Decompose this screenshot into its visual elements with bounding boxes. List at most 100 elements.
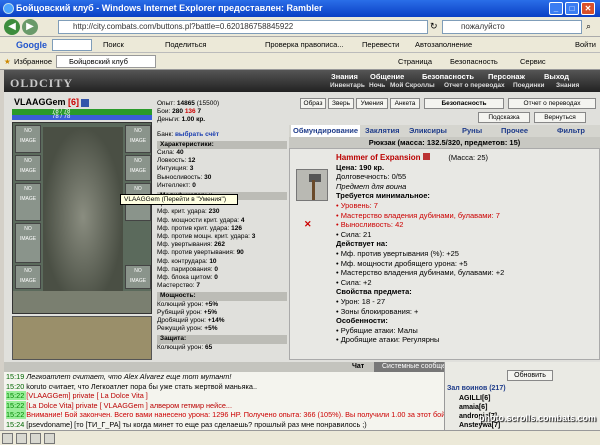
- slot-armor[interactable]: NO IMAGE: [15, 223, 41, 263]
- stat-row: Мф. увертывания: 262: [157, 241, 225, 249]
- hint-button[interactable]: Подсказка: [478, 112, 530, 123]
- slot-belt[interactable]: NO IMAGE: [15, 265, 41, 289]
- tab-other[interactable]: Прочее: [501, 125, 528, 137]
- transfers-button[interactable]: Отчет о переводах: [508, 98, 596, 109]
- pet-button[interactable]: Зверь: [328, 98, 354, 109]
- online-user[interactable]: AGILLI[6]: [459, 394, 500, 403]
- nav-character[interactable]: Персонаж: [488, 72, 525, 81]
- favorites-button[interactable]: Избранное: [14, 53, 52, 70]
- nav-chat[interactable]: Общение: [370, 72, 404, 81]
- favorites-bar: ★ Избранное Бойцовский клуб Страница Без…: [0, 53, 600, 70]
- sub-fights[interactable]: Поединки: [513, 82, 545, 89]
- character-avatar[interactable]: [43, 127, 123, 307]
- profile-button[interactable]: Анкета: [390, 98, 420, 109]
- tab-filter[interactable]: Фильтр: [557, 125, 585, 137]
- online-user[interactable]: amaia[6]: [459, 403, 500, 412]
- item-durability: Долговечность: 0/55: [336, 172, 407, 182]
- minimize-button[interactable]: _: [549, 2, 563, 15]
- mp-bar: [12, 115, 152, 120]
- page-menu[interactable]: Страница: [398, 53, 432, 70]
- service-menu[interactable]: Сервис: [520, 53, 546, 70]
- sub-inventory[interactable]: Инвентарь: [330, 82, 365, 89]
- chars-header: Характеристики:: [157, 140, 287, 150]
- appearance-button[interactable]: Образ: [300, 98, 326, 109]
- nav-security[interactable]: Безопасность: [422, 72, 474, 81]
- status-button[interactable]: [30, 433, 41, 444]
- game-top-nav: OLDCITY Знания Общение Безопасность Перс…: [4, 70, 600, 92]
- nav-exit[interactable]: Выход: [544, 72, 569, 81]
- oldcity-logo: OLDCITY: [10, 76, 74, 90]
- maximize-button[interactable]: □: [565, 2, 579, 15]
- status-button[interactable]: [2, 433, 13, 444]
- remove-icon[interactable]: ✕: [304, 219, 312, 230]
- chat-message[interactable]: 15:22 Внимание! Бой закончен. Всего вами…: [6, 410, 444, 420]
- clan-icon: [81, 98, 90, 107]
- chat-message[interactable]: 15:22 [VLAAGGem] private [ La Dolce Vita…: [6, 391, 444, 401]
- sub-night[interactable]: Ночь: [369, 82, 385, 89]
- character-doll: NO IMAGE NO IMAGE NO IMAGE NO IMAGE NO I…: [12, 122, 152, 314]
- tab-spells[interactable]: Заклятия: [365, 125, 400, 137]
- slot-gloves[interactable]: NO IMAGE: [125, 155, 151, 181]
- slot-amulet[interactable]: NO IMAGE: [15, 155, 41, 181]
- backpack-header: Рюкзак (масса: 132.5/320, предметов: 15): [289, 137, 600, 148]
- signin-button[interactable]: Войти: [575, 37, 596, 53]
- slot-helmet[interactable]: NO IMAGE: [15, 125, 41, 153]
- stat-row: Мф. мощности крит. удара: 4: [157, 216, 245, 224]
- search-input[interactable]: пожалуйсто: [442, 20, 582, 34]
- safety-menu[interactable]: Безопасность: [450, 53, 498, 70]
- nav-knowledge[interactable]: Знания: [331, 72, 358, 81]
- refresh-button[interactable]: Обновить: [507, 370, 553, 381]
- slot-weapon[interactable]: NO IMAGE: [15, 183, 41, 221]
- hotbar[interactable]: [12, 316, 152, 360]
- close-button[interactable]: ✕: [581, 2, 595, 15]
- google-search-input[interactable]: [52, 39, 92, 51]
- quick-slots[interactable]: [13, 291, 151, 313]
- security-button[interactable]: Безопасность: [424, 98, 504, 109]
- return-button[interactable]: Вернуться: [534, 112, 586, 123]
- skills-button[interactable]: Умения: [356, 98, 388, 109]
- browser-tab[interactable]: Бойцовский клуб: [56, 55, 156, 68]
- item-details: Hammer of Expansion (Масса: 25) Цена: 19…: [336, 153, 596, 345]
- url-input[interactable]: http://city.combats.com/buttons.pl?battl…: [58, 20, 428, 34]
- window-title: Бойцовский клуб - Windows Internet Explo…: [16, 3, 323, 13]
- tab-elixirs[interactable]: Эликсиры: [409, 125, 447, 137]
- forward-icon[interactable]: ▶: [22, 19, 38, 35]
- feat-header: Особенности:: [336, 316, 388, 326]
- search-icon[interactable]: ⌕: [586, 21, 591, 32]
- stat-row: Мф. парирования: 0: [157, 265, 218, 273]
- power-list: Колющий урон: +5% Рубящий урон: +5% Дробящ…: [157, 301, 287, 334]
- character-tooltip: VLAAGGem (Перейти в "Умения"): [120, 194, 238, 205]
- bank-link[interactable]: выбрать счёт: [175, 131, 219, 138]
- tab-chat[interactable]: Чат: [352, 362, 364, 372]
- sub-transfers[interactable]: Отчет о переводах: [444, 82, 505, 89]
- status-button[interactable]: [16, 433, 27, 444]
- item-name[interactable]: Hammer of Expansion: [336, 153, 420, 162]
- slot-earrings[interactable]: NO IMAGE: [125, 125, 151, 153]
- sub-scrolls[interactable]: Мой Скроллы: [390, 82, 435, 89]
- chat-message[interactable]: 15:24 [psevdoname] [то [ТИ_Г_РА] ты когд…: [6, 420, 444, 430]
- share-button[interactable]: Поделиться: [165, 37, 206, 53]
- item-property: • Зоны блокирования: +: [336, 306, 419, 316]
- chat-message[interactable]: 15:22 [La Dolce Vita] private [ VLAAGGem…: [6, 400, 444, 411]
- chat-message[interactable]: 15:20 koruto считает, что Легкоатлет пор…: [6, 382, 444, 392]
- tab-equipment[interactable]: Обмундирование: [291, 125, 361, 137]
- hammer-icon[interactable]: [296, 169, 328, 201]
- req-header: Требуется минимальное:: [336, 191, 430, 201]
- chars-list: Сила: 40 Ловкость: 12 Интуиция: 3 Выносливо…: [157, 149, 287, 190]
- spellcheck-button[interactable]: Проверка правописа...: [265, 37, 344, 53]
- translate-button[interactable]: Перевести: [362, 37, 399, 53]
- status-button[interactable]: [44, 433, 55, 444]
- sub-knowledge[interactable]: Знания: [556, 82, 579, 89]
- refresh-icon[interactable]: ↻: [430, 21, 438, 32]
- item-price: Цена: 190 кр.: [336, 162, 385, 172]
- google-search-button[interactable]: Поиск: [103, 37, 124, 53]
- tab-runes[interactable]: Руны: [462, 125, 482, 137]
- autofill-button[interactable]: Автозаполнение: [415, 37, 472, 53]
- character-name[interactable]: VLAAGGem [6]: [14, 97, 90, 107]
- slot-boots[interactable]: NO IMAGE: [125, 265, 151, 289]
- back-icon[interactable]: ◀: [4, 19, 20, 35]
- user-list: AGILLI[6] amaia[6] andropic[7] Ansteywa[7]: [459, 394, 500, 430]
- stat-row: Мф. контрудара: 10: [157, 257, 217, 265]
- item-property: • Мф. против увертывания (%): +25: [336, 248, 459, 258]
- chat-message[interactable]: 15:19 Легкоатлет считает, что Alex Alvar…: [6, 372, 444, 382]
